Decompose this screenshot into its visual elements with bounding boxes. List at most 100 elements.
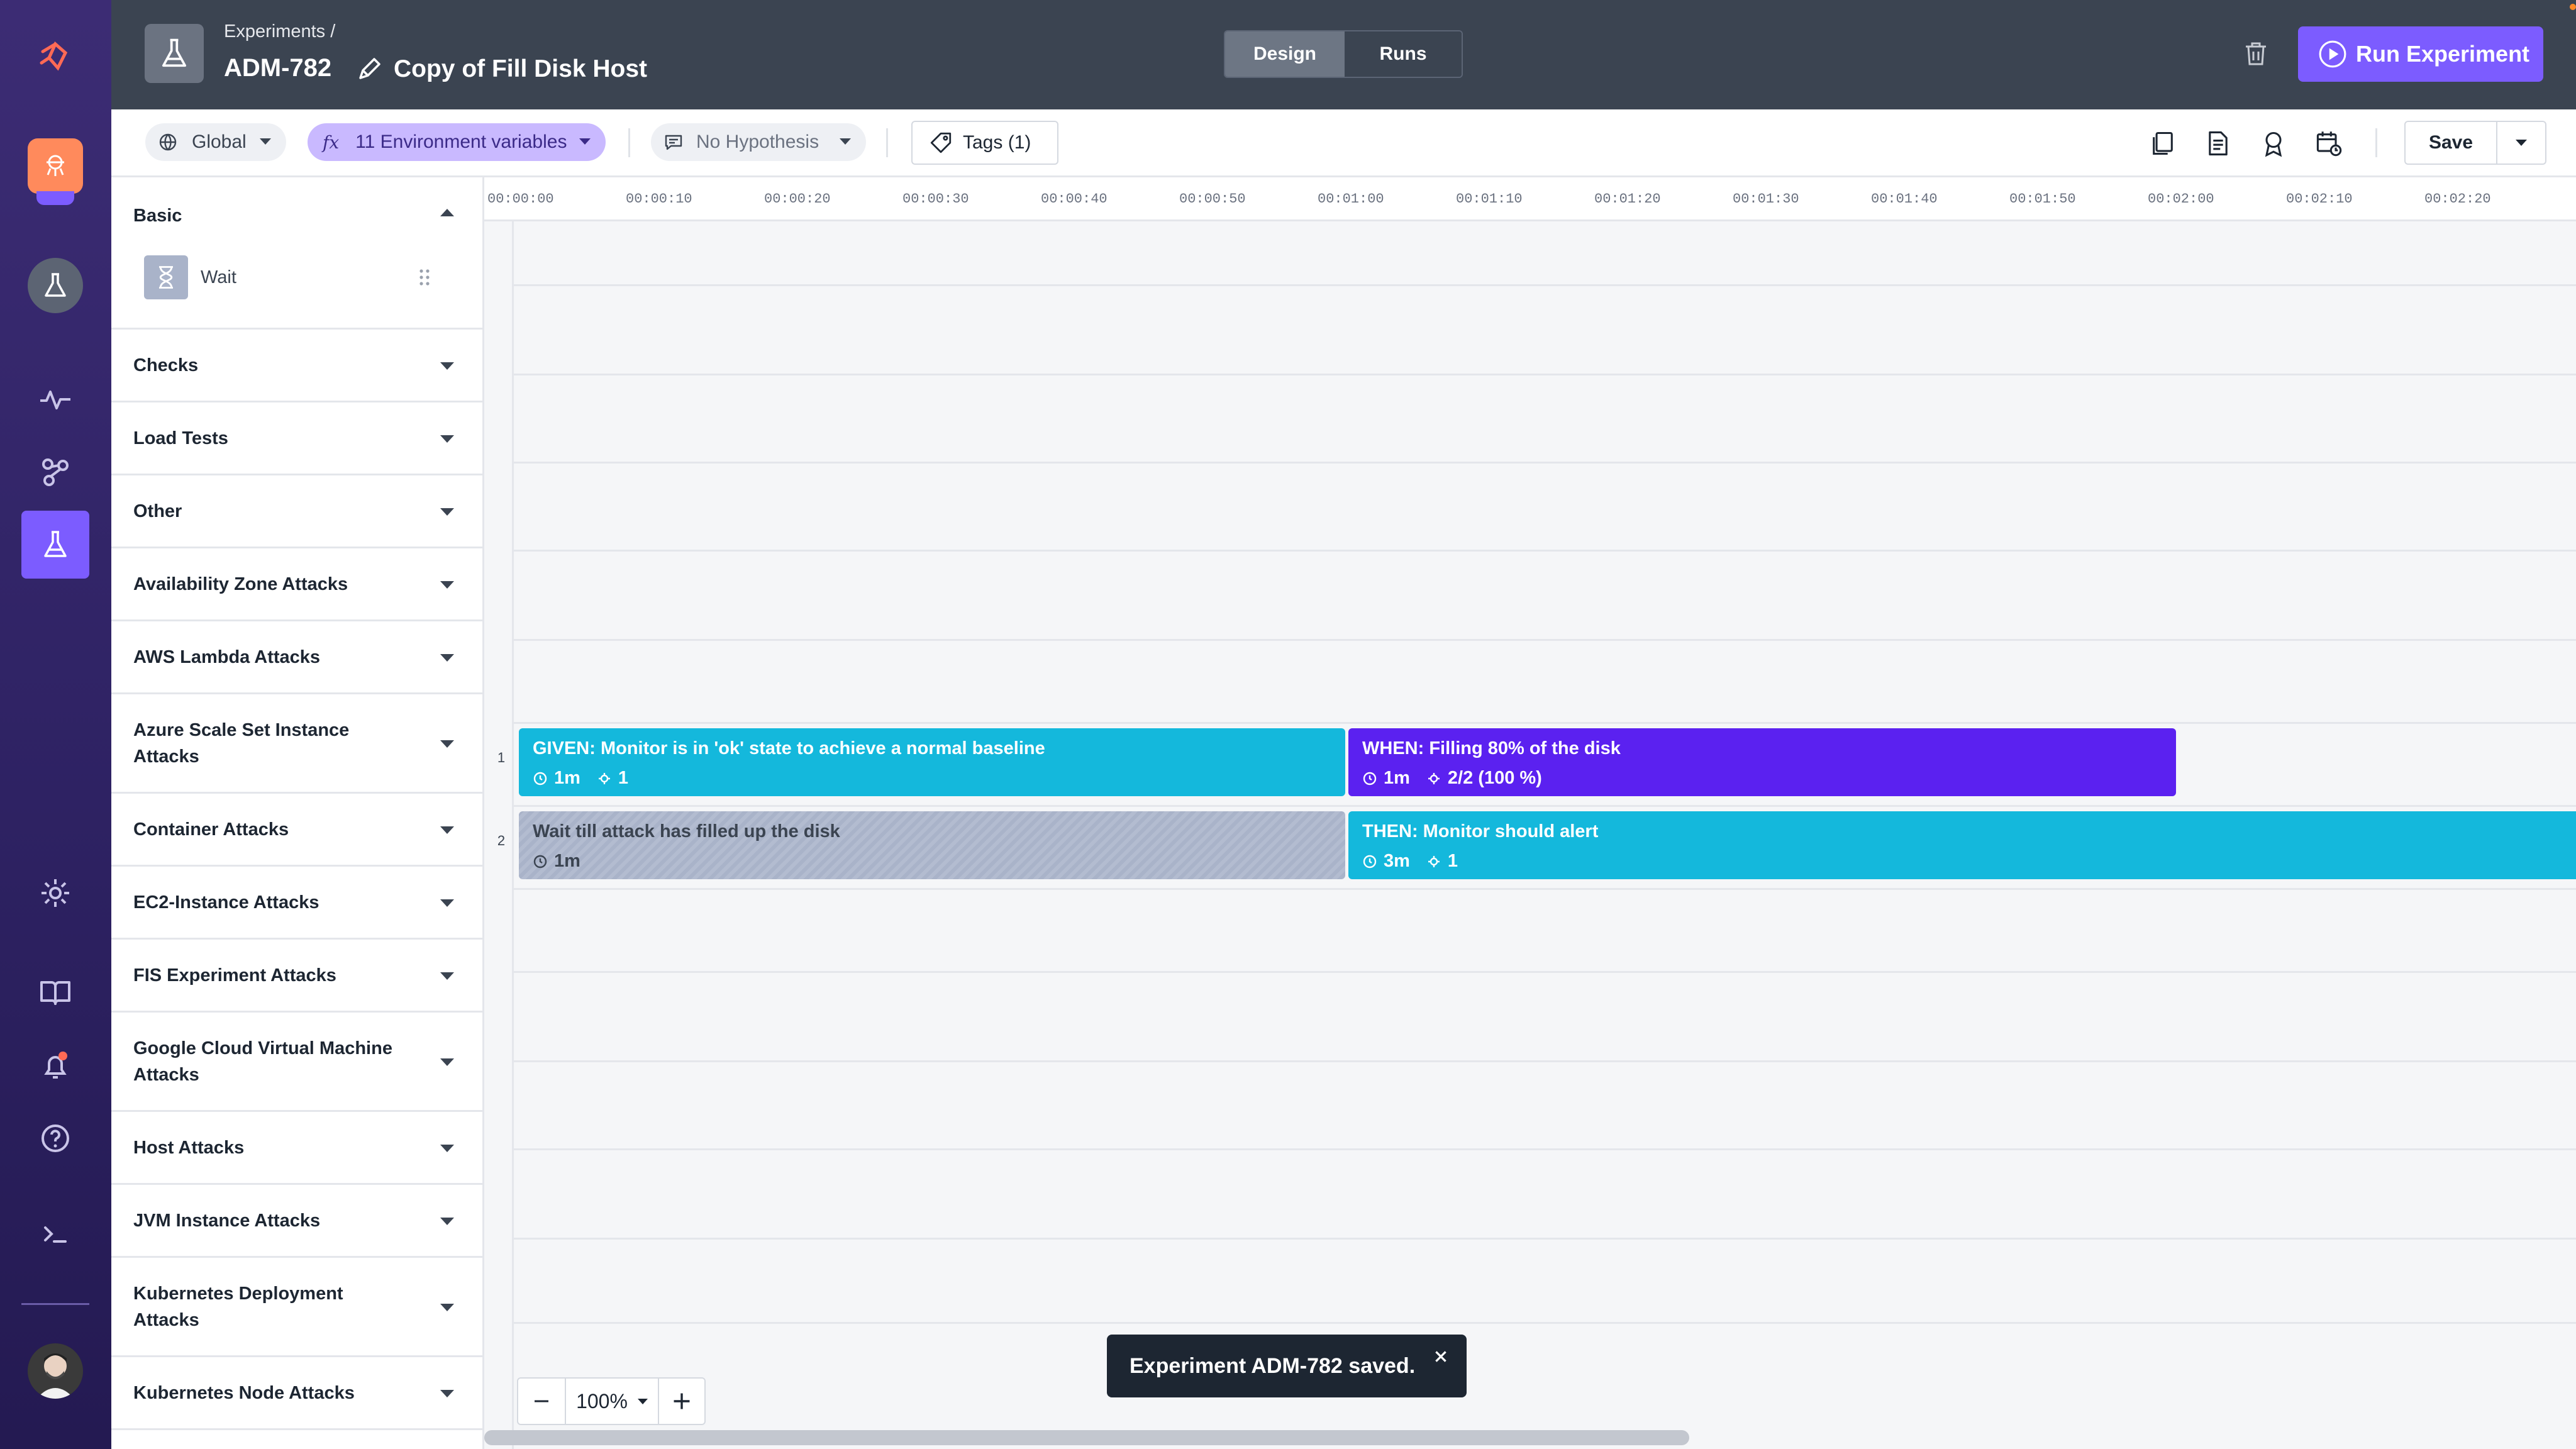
activity-icon[interactable] [24, 368, 87, 431]
toolbar-divider [628, 128, 630, 157]
save-button[interactable]: Save [2406, 122, 2496, 164]
chevron-down-icon [840, 138, 851, 145]
environment-variables-button[interactable]: fx 11 Environment variables [308, 123, 606, 161]
experiments-nav-icon[interactable] [21, 511, 89, 579]
section-other[interactable]: Other [111, 475, 482, 548]
close-icon[interactable] [1433, 1348, 1449, 1365]
chevron-down-icon [440, 581, 454, 589]
team-avatar-icon[interactable] [28, 138, 83, 194]
notifications-bell-icon[interactable] [24, 1035, 87, 1097]
step-wait[interactable]: Wait till attack has filled up the disk … [519, 811, 1345, 879]
horizontal-scrollbar[interactable] [484, 1430, 1689, 1445]
step-item-wait[interactable]: Wait [144, 255, 437, 299]
section-label: JVM Instance Attacks [133, 1210, 321, 1231]
section-azure-scale-set-instance-attacks[interactable]: Azure Scale Set Instance Attacks [111, 694, 482, 794]
experiment-toolbar: Global fx 11 Environment variables No Hy… [111, 109, 2576, 177]
chevron-down-icon [440, 899, 454, 907]
section-container-attacks[interactable]: Container Attacks [111, 794, 482, 867]
help-icon[interactable] [24, 1107, 87, 1170]
experiment-id: ADM-782 [224, 54, 332, 82]
run-experiment-button[interactable]: Run Experiment [2298, 26, 2543, 82]
zoom-controls: 100% [517, 1377, 706, 1425]
section-label: Other [133, 501, 182, 521]
save-options-dropdown[interactable] [2497, 122, 2545, 164]
lane-divider [513, 971, 2576, 973]
zoom-in-button[interactable] [659, 1379, 704, 1424]
tags-label: Tags (1) [963, 132, 1031, 153]
section-checks[interactable]: Checks [111, 330, 482, 402]
section-availability-zone-attacks[interactable]: Availability Zone Attacks [111, 548, 482, 621]
edit-pencil-icon[interactable] [355, 55, 383, 83]
time-tick-label: 00:01:10 [1456, 191, 1523, 207]
terminal-icon[interactable] [24, 1202, 87, 1265]
tab-design[interactable]: Design [1225, 31, 1345, 77]
globe-icon [159, 133, 177, 151]
duplicate-icon[interactable] [2144, 125, 2182, 162]
lane-number: 1 [497, 750, 506, 765]
lane-divider [513, 1060, 2576, 1062]
lane-divider [513, 805, 2576, 807]
section-google-cloud-virtual-machine-attacks[interactable]: Google Cloud Virtual Machine Attacks [111, 1013, 482, 1112]
section-aws-lambda-attacks[interactable]: AWS Lambda Attacks [111, 621, 482, 694]
app-logo-icon[interactable] [24, 25, 87, 88]
lane-divider [513, 374, 2576, 375]
section-basic[interactable]: Basic Wait [111, 177, 482, 330]
section-label: Kubernetes Deployment Attacks [133, 1283, 343, 1330]
document-icon[interactable] [2199, 125, 2237, 162]
toolbar-divider [886, 128, 888, 157]
zoom-out-button[interactable] [518, 1379, 566, 1424]
docs-book-icon[interactable] [24, 961, 87, 1024]
view-tabs: Design Runs [1224, 30, 1463, 78]
section-jvm-instance-attacks[interactable]: JVM Instance Attacks [111, 1185, 482, 1258]
delete-trash-icon[interactable] [2237, 35, 2275, 73]
experiment-timeline: 00:00:00 00:00:10 00:00:20 00:00:30 00:00:40… [484, 177, 2576, 1449]
section-fis-experiment-attacks[interactable]: FIS Experiment Attacks [111, 940, 482, 1013]
time-tick-label: 00:02:20 [2424, 191, 2491, 207]
zoom-level-select[interactable]: 100% [566, 1379, 659, 1424]
tags-button[interactable]: Tags (1) [911, 121, 1058, 165]
lane-divider [513, 1238, 2576, 1240]
target-icon [1428, 772, 1440, 784]
template-badge-icon[interactable] [2255, 125, 2292, 162]
environment-variables-label: 11 Environment variables [355, 131, 567, 152]
step-title: Wait till attack has filled up the disk [533, 821, 840, 841]
user-avatar[interactable] [28, 1343, 83, 1399]
chevron-down-icon [440, 740, 454, 748]
clock-icon [533, 855, 547, 868]
section-ec2-instance-attacks[interactable]: EC2-Instance Attacks [111, 867, 482, 940]
section-kubernetes-deployment-attacks[interactable]: Kubernetes Deployment Attacks [111, 1258, 482, 1357]
targets-icon[interactable] [24, 440, 87, 503]
section-host-attacks[interactable]: Host Attacks [111, 1112, 482, 1185]
chevron-down-icon [440, 435, 454, 443]
toolbar-divider [2375, 128, 2377, 157]
section-label: AWS Lambda Attacks [133, 647, 321, 667]
step-when-fill-disk[interactable]: WHEN: Filling 80% of the disk 1m 2/2 (100… [1348, 728, 2176, 796]
chevron-down-icon [440, 1390, 454, 1397]
step-title: GIVEN: Monitor is in 'ok' state to achie… [533, 738, 1045, 758]
drag-handle-icon[interactable] [418, 268, 431, 287]
lane-divider [513, 1322, 2576, 1324]
schedule-calendar-icon[interactable] [2310, 125, 2348, 162]
step-given-monitor[interactable]: GIVEN: Monitor is in 'ok' state to achie… [519, 728, 1345, 796]
comment-icon [665, 135, 682, 150]
experiment-header: Experiments / ADM-782 Copy of Fill Disk … [111, 0, 2576, 109]
lane-divider [513, 888, 2576, 890]
time-tick-label: 00:02:00 [2148, 191, 2214, 207]
step-then-monitor-alert[interactable]: THEN: Monitor should alert 3m 1 [1348, 811, 2576, 879]
toast-notification: Experiment ADM-782 saved. [1107, 1335, 1467, 1397]
step-duration: 1m [1384, 768, 1410, 788]
section-label: Azure Scale Set Instance Attacks [133, 719, 350, 767]
hypothesis-select[interactable]: No Hypothesis [651, 123, 866, 161]
breadcrumb[interactable]: Experiments / [224, 21, 335, 42]
experiment-name[interactable]: Copy of Fill Disk Host [394, 55, 647, 83]
section-kubernetes-node-attacks[interactable]: Kubernetes Node Attacks [111, 1357, 482, 1430]
tab-runs[interactable]: Runs [1345, 31, 1462, 77]
clock-icon [533, 772, 547, 785]
section-label: Availability Zone Attacks [133, 574, 348, 594]
settings-icon[interactable] [24, 862, 87, 924]
environment-select[interactable]: Global [145, 123, 286, 161]
section-load-tests[interactable]: Load Tests [111, 402, 482, 475]
experiments-profile-icon[interactable] [28, 258, 83, 313]
time-tick-label: 00:01:20 [1594, 191, 1661, 207]
step-library-sidebar: Basic Wait Checks Load Tests Other Availabi… [111, 177, 484, 1449]
